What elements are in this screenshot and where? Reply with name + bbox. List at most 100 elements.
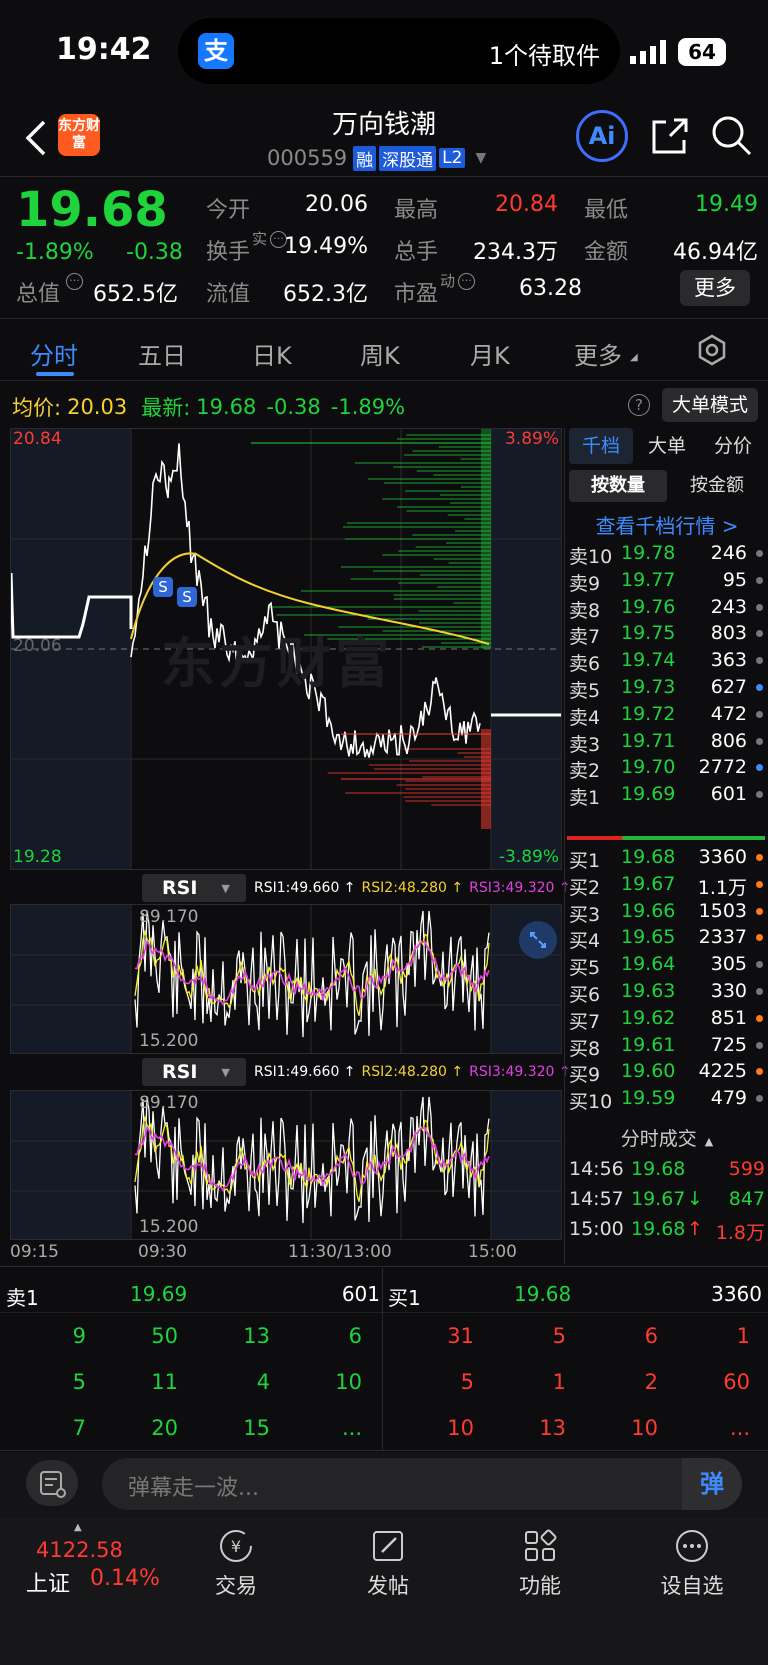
info-icon[interactable]: ···	[66, 273, 83, 290]
buy-row[interactable]: 买8 19.61 725	[569, 1032, 768, 1060]
more-button[interactable]: 更多	[680, 270, 750, 306]
queue-cell: ...	[341, 1416, 362, 1440]
comment-input[interactable]: 弹幕走一波... 弹	[102, 1458, 742, 1510]
sell-level: 卖9	[569, 572, 601, 595]
order-queue: 卖1 19.69 601 买1 19.68 3360 9 50 13 6 5 11 4 10 7…	[0, 1268, 768, 1450]
stock-code-row[interactable]: 000559 融 深股通 L2 ▼	[267, 145, 486, 171]
sell-signal-1[interactable]: S	[153, 577, 173, 597]
sell-price: 19.73	[621, 676, 676, 698]
buy-row[interactable]: 买5 19.64 305	[569, 951, 768, 979]
intraday-chart[interactable]: 东方财富 20.84 19.28 3.89% -3.89% 20.06 S S	[10, 428, 562, 870]
tab-depth[interactable]: 千档	[569, 428, 633, 464]
rsi-top-label: 89.170	[139, 907, 199, 927]
help-icon[interactable]: ?	[628, 394, 650, 416]
buy-row[interactable]: 买10 19.59 479	[569, 1085, 768, 1113]
tab-big-order[interactable]: 大单	[635, 428, 699, 464]
by-amount-button[interactable]: 按金额	[669, 470, 765, 502]
tab-5day[interactable]: 五日	[138, 336, 186, 371]
buy-qty: 725	[710, 1033, 747, 1056]
share-icon[interactable]	[650, 116, 690, 156]
rsi-bottom-label: 15.200	[139, 1217, 199, 1237]
nav-trade[interactable]: ¥ 交易	[196, 1526, 276, 1606]
dot-icon	[756, 764, 763, 772]
buy-qty: 330	[710, 980, 747, 1002]
settings-gear-icon[interactable]	[696, 334, 728, 366]
buy-qty: 1.1万	[697, 876, 747, 899]
tab-weekly[interactable]: 周K	[360, 336, 400, 371]
status-bar: 19:42 支 1个待取件 64	[0, 0, 768, 100]
nav-post[interactable]: 发帖	[348, 1526, 428, 1606]
dot-icon	[756, 550, 763, 557]
info-icon[interactable]: ···	[458, 273, 475, 290]
sell-row[interactable]: 卖5 19.73 627	[569, 674, 768, 702]
buy-price: 19.68	[621, 846, 676, 868]
by-quantity-button[interactable]: 按数量	[569, 470, 667, 502]
queue-cell: 4	[256, 1370, 270, 1394]
price-info-line: 均价: 20.03 最新: 19.68 -0.38 -1.89%	[12, 395, 406, 420]
buy-qty: 479	[710, 1087, 747, 1110]
ai-button[interactable]: Ai	[576, 110, 628, 162]
buy-row[interactable]: 买7 19.62 851	[569, 1005, 768, 1033]
tag-margin: 融	[353, 145, 377, 171]
big-order-mode-button[interactable]: 大单模式	[662, 388, 758, 422]
sell-row[interactable]: 卖7 19.75 803	[569, 620, 768, 648]
rsi-chart-1[interactable]: 89.170 15.200	[10, 904, 562, 1054]
buy-row[interactable]: 买3 19.66 1503	[569, 898, 768, 926]
send-danmaku-button[interactable]: 弹	[682, 1458, 742, 1510]
buy-row[interactable]: 买9 19.60 4225	[569, 1058, 768, 1087]
rsi-header-2: RSI ▼ RSI1:49.660 ↑ RSI2:48.280 ↑ RSI3:4…	[142, 1058, 571, 1086]
expand-icon[interactable]	[519, 921, 557, 959]
sell-qty: 806	[710, 729, 747, 752]
buy-qty: 3360	[698, 846, 747, 868]
buy-row[interactable]: 买2 19.67 1.1万	[569, 871, 768, 899]
price-change: -0.38	[126, 240, 183, 265]
tab-daily[interactable]: 日K	[252, 336, 292, 371]
queue-cell: 7	[72, 1416, 86, 1440]
buy-level: 买9	[569, 1064, 601, 1087]
tab-more[interactable]: 更多	[574, 336, 622, 371]
tab-monthly[interactable]: 月K	[470, 336, 510, 371]
sell-row[interactable]: 卖3 19.71 806	[569, 728, 768, 756]
queue-cell: 9	[72, 1324, 86, 1348]
queue-cell: 1	[736, 1324, 750, 1348]
sell-qty: 246	[710, 542, 747, 564]
sell-signal-2[interactable]: S	[177, 587, 197, 607]
trade-title[interactable]: 分时成交 ▲	[565, 1122, 768, 1156]
rsi-chart-2[interactable]: 89.170 15.200	[10, 1090, 562, 1240]
tab-price-dist[interactable]: 分价	[701, 428, 765, 464]
sell-row[interactable]: 卖9 19.77 95	[569, 567, 768, 595]
volume-profile-bar	[481, 429, 491, 649]
sell-row[interactable]: 卖10 19.78 246	[569, 540, 768, 568]
side-tabs: 千档 大单 分价	[569, 428, 765, 464]
queue-cell: 2	[644, 1370, 658, 1394]
buy-level: 买6	[569, 984, 601, 1006]
rsi-selector[interactable]: RSI ▼	[142, 874, 246, 902]
tab-intraday[interactable]: 分时	[30, 336, 78, 371]
sell-level: 卖5	[569, 680, 601, 702]
order-book-panel: 千档 大单 分价 按数量 按金额 查看千档行情 > 卖10 19.78 246 卖9 1…	[564, 428, 768, 1264]
view-depth-link[interactable]: 查看千档行情 >	[565, 510, 768, 539]
danmaku-settings-icon[interactable]	[26, 1460, 78, 1506]
sell-row[interactable]: 卖8 19.76 243	[569, 594, 768, 622]
dot-icon	[756, 1041, 763, 1049]
trade-time: 14:56	[569, 1158, 624, 1180]
buy-row[interactable]: 买1 19.68 3360	[569, 844, 768, 872]
search-icon[interactable]	[710, 114, 754, 158]
trade-price: 19.67	[631, 1188, 686, 1210]
dot-icon	[756, 934, 763, 942]
divider	[0, 1266, 768, 1267]
mid-price-label: 20.06	[13, 636, 62, 656]
dot-icon	[756, 576, 763, 584]
nav-functions[interactable]: 功能	[500, 1526, 580, 1606]
dynamic-island[interactable]: 支 1个待取件	[178, 18, 620, 84]
buy-row[interactable]: 买6 19.63 330	[569, 978, 768, 1006]
sell-row[interactable]: 卖1 19.69 601	[569, 781, 768, 809]
rsi-selector[interactable]: RSI ▼	[142, 1058, 246, 1086]
index-ticker[interactable]: ▲ 4122.58 上证 0.14%	[20, 1522, 170, 1602]
sell-row[interactable]: 卖4 19.72 472	[569, 701, 768, 729]
nav-add-watchlist[interactable]: 设自选	[652, 1526, 732, 1606]
sell-row[interactable]: 卖2 19.70 2772	[569, 754, 768, 782]
buy-row[interactable]: 买4 19.65 2337	[569, 924, 768, 952]
queue-cell: 50	[151, 1324, 178, 1348]
sell-row[interactable]: 卖6 19.74 363	[569, 647, 768, 675]
